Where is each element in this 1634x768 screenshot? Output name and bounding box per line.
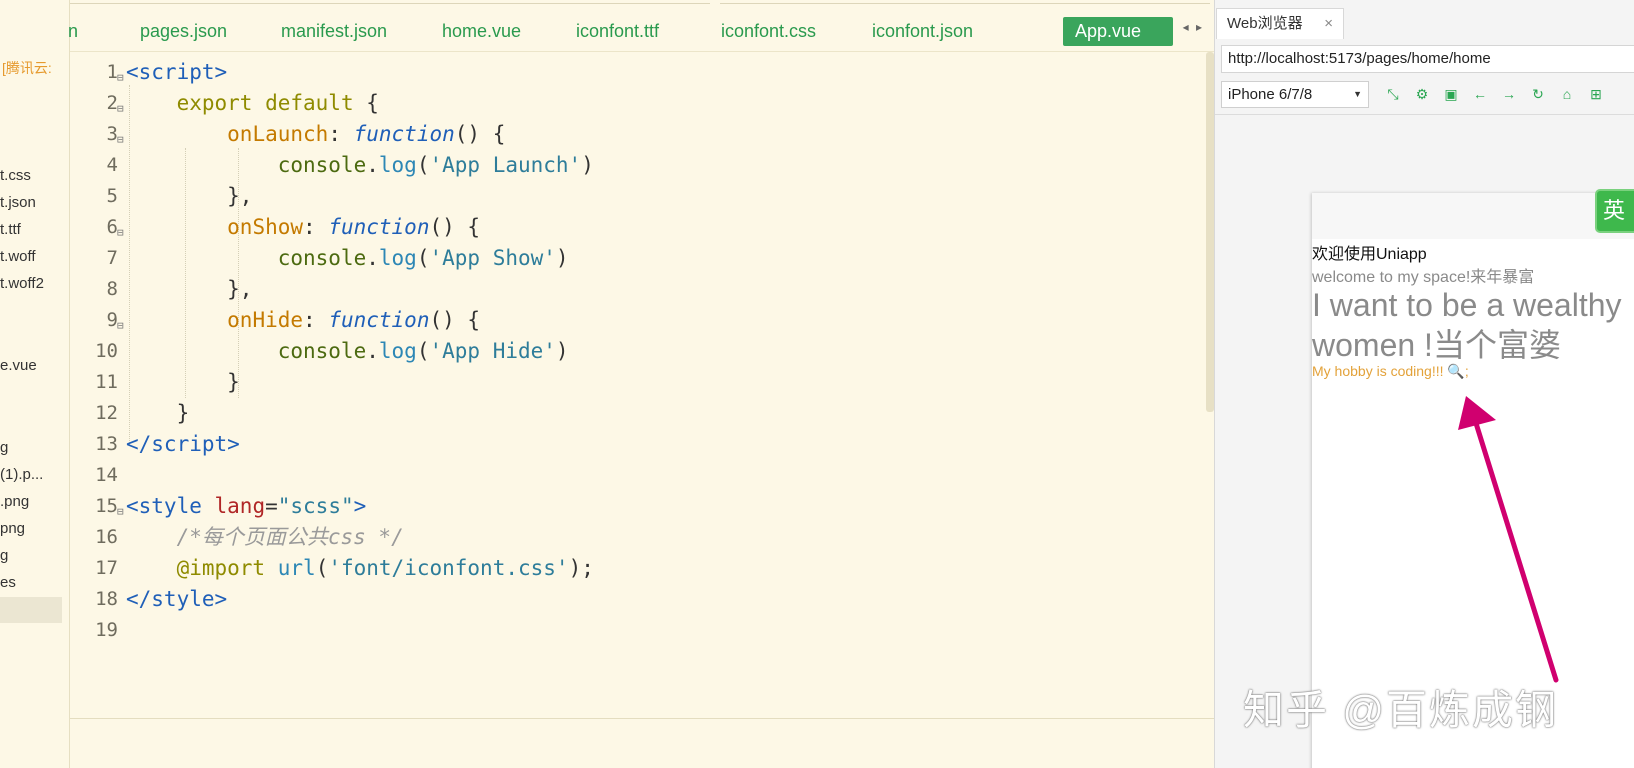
code-line: 1 ⊟ <script>: [70, 56, 1170, 88]
file-item[interactable]: e.vue: [0, 353, 37, 379]
tab-strip-border: [70, 0, 710, 4]
tab-home-vue[interactable]: home.vue: [430, 17, 533, 46]
code-text: export default {: [176, 91, 379, 115]
code-text: },: [126, 184, 253, 208]
file-item[interactable]: (1).p...: [0, 462, 43, 488]
code-line: 10 console.log('App Hide'): [70, 335, 1170, 367]
phone-navbar: [1312, 193, 1634, 239]
code-line: 16 /*每个页面公共css */: [70, 521, 1170, 553]
file-item[interactable]: g: [0, 435, 8, 461]
file-item[interactable]: t.woff2: [0, 271, 44, 297]
status-divider: [70, 718, 1214, 719]
welcome-subtext: welcome to my space!来年暴富: [1312, 269, 1535, 286]
welcome-text: 欢迎使用Uniapp: [1312, 246, 1427, 263]
tab-app-vue[interactable]: App.vue: [1063, 17, 1173, 46]
headline-text: I want to be a wealthy women !当个富婆: [1312, 287, 1622, 363]
code-line: 11 }: [70, 366, 1170, 398]
code-line: 3 ⊟ onLaunch: function() {: [70, 118, 1170, 150]
code-text: console.log('App Launch'): [277, 153, 594, 177]
code-text: }: [126, 370, 240, 394]
lock-icon[interactable]: ⌂: [1557, 84, 1577, 104]
code-line: 4 console.log('App Launch'): [70, 149, 1170, 181]
hobby-text: My hobby is coding!!! 🔍;: [1312, 363, 1469, 379]
back-icon[interactable]: ←: [1470, 84, 1490, 104]
code-text: },: [126, 277, 253, 301]
qrcode-icon[interactable]: ⊞: [1586, 84, 1606, 104]
code-line: 2 ⊟ export default {: [70, 87, 1170, 119]
refresh-icon[interactable]: ↻: [1528, 84, 1548, 104]
code-text: onLaunch: function() {: [227, 122, 506, 146]
code-line: 8 },: [70, 273, 1170, 305]
code-line: 19: [95, 619, 118, 641]
forward-icon[interactable]: →: [1499, 84, 1519, 104]
file-item[interactable]: .png: [0, 489, 29, 515]
tab-iconfont-json[interactable]: iconfont.json: [860, 17, 985, 46]
code-text: onHide: function() {: [227, 308, 481, 332]
code-line: 5 },: [70, 180, 1170, 212]
code-text: </script>: [126, 432, 240, 456]
tab-iconfont-css[interactable]: iconfont.css: [709, 17, 828, 46]
code-line: 18 </style>: [70, 583, 1170, 615]
code-text: /*每个页面公共css */: [176, 525, 404, 549]
tab-manifest-json[interactable]: manifest.json: [269, 17, 399, 46]
code-line: 9 ⊟ onHide: function() {: [70, 304, 1170, 336]
code-text: <script>: [126, 60, 228, 84]
settings-icon[interactable]: ⚙: [1412, 84, 1432, 104]
web-browser-panel: Web浏览器 × http://localhost:5173/pages/hom…: [1214, 0, 1634, 768]
code-text: <style lang="scss">: [126, 494, 367, 518]
file-item-selected[interactable]: [0, 597, 62, 623]
chevron-down-icon: ▼: [1353, 89, 1362, 99]
ide-window: [腾讯云: t.css t.json t.ttf t.woff t.woff2 …: [0, 0, 1634, 768]
file-item[interactable]: es: [0, 570, 16, 596]
screenshot-icon[interactable]: ⤡: [1383, 84, 1403, 104]
code-line: 7 console.log('App Show'): [70, 242, 1170, 274]
code-text: @import url('font/iconfont.css');: [176, 556, 594, 580]
code-text: }: [126, 401, 190, 425]
file-item[interactable]: t.json: [0, 190, 36, 216]
editor-scrollbar[interactable]: [1206, 52, 1214, 412]
file-item[interactable]: png: [0, 516, 25, 542]
code-line: 15 ⊟ <style lang="scss">: [70, 490, 1170, 522]
code-text: console.log('App Hide'): [277, 339, 569, 363]
tab-iconfont-ttf[interactable]: iconfont.ttf: [564, 17, 671, 46]
watermark-text: 知乎 @百炼成钢: [1243, 687, 1559, 733]
code-line: 17 @import url('font/iconfont.css');: [70, 552, 1170, 584]
file-item[interactable]: t.css: [0, 163, 31, 189]
code-text: console.log('App Show'): [277, 246, 569, 270]
code-line: 12 }: [70, 397, 1170, 429]
code-line: 13 </script>: [70, 428, 1170, 460]
address-bar[interactable]: http://localhost:5173/pages/home/home: [1221, 45, 1634, 73]
file-item[interactable]: t.ttf: [0, 217, 21, 243]
code-editor[interactable]: n pages.json manifest.json home.vue icon…: [68, 0, 1214, 768]
device-select-value: iPhone 6/7/8: [1228, 86, 1313, 103]
code-line: 14: [95, 464, 118, 486]
close-icon[interactable]: ×: [1324, 9, 1333, 38]
code-line: 6 ⊟ onShow: function() {: [70, 211, 1170, 243]
file-item[interactable]: t.woff: [0, 244, 36, 270]
browser-tab[interactable]: Web浏览器 ×: [1216, 8, 1344, 39]
ime-indicator[interactable]: 英: [1595, 189, 1634, 233]
toolbar-divider: [1215, 114, 1634, 115]
browser-tab-title: Web浏览器: [1227, 15, 1303, 32]
code-text: </style>: [126, 587, 228, 611]
tab-partial[interactable]: n: [56, 17, 90, 46]
tab-pages-json[interactable]: pages.json: [128, 17, 239, 46]
tab-strip-border: [720, 0, 1210, 4]
device-select[interactable]: iPhone 6/7/8 ▼: [1221, 81, 1369, 108]
code-text: onShow: function() {: [227, 215, 481, 239]
file-item[interactable]: g: [0, 543, 8, 569]
console-icon[interactable]: ▣: [1441, 84, 1461, 104]
cloud-provider-label[interactable]: [腾讯云:: [2, 58, 52, 78]
tab-scroll-arrows[interactable]: ◂ ▸: [1183, 20, 1204, 34]
file-tree: [腾讯云: t.css t.json t.ttf t.woff t.woff2 …: [0, 0, 70, 768]
editor-tab-bar: n pages.json manifest.json home.vue icon…: [68, 0, 1214, 52]
